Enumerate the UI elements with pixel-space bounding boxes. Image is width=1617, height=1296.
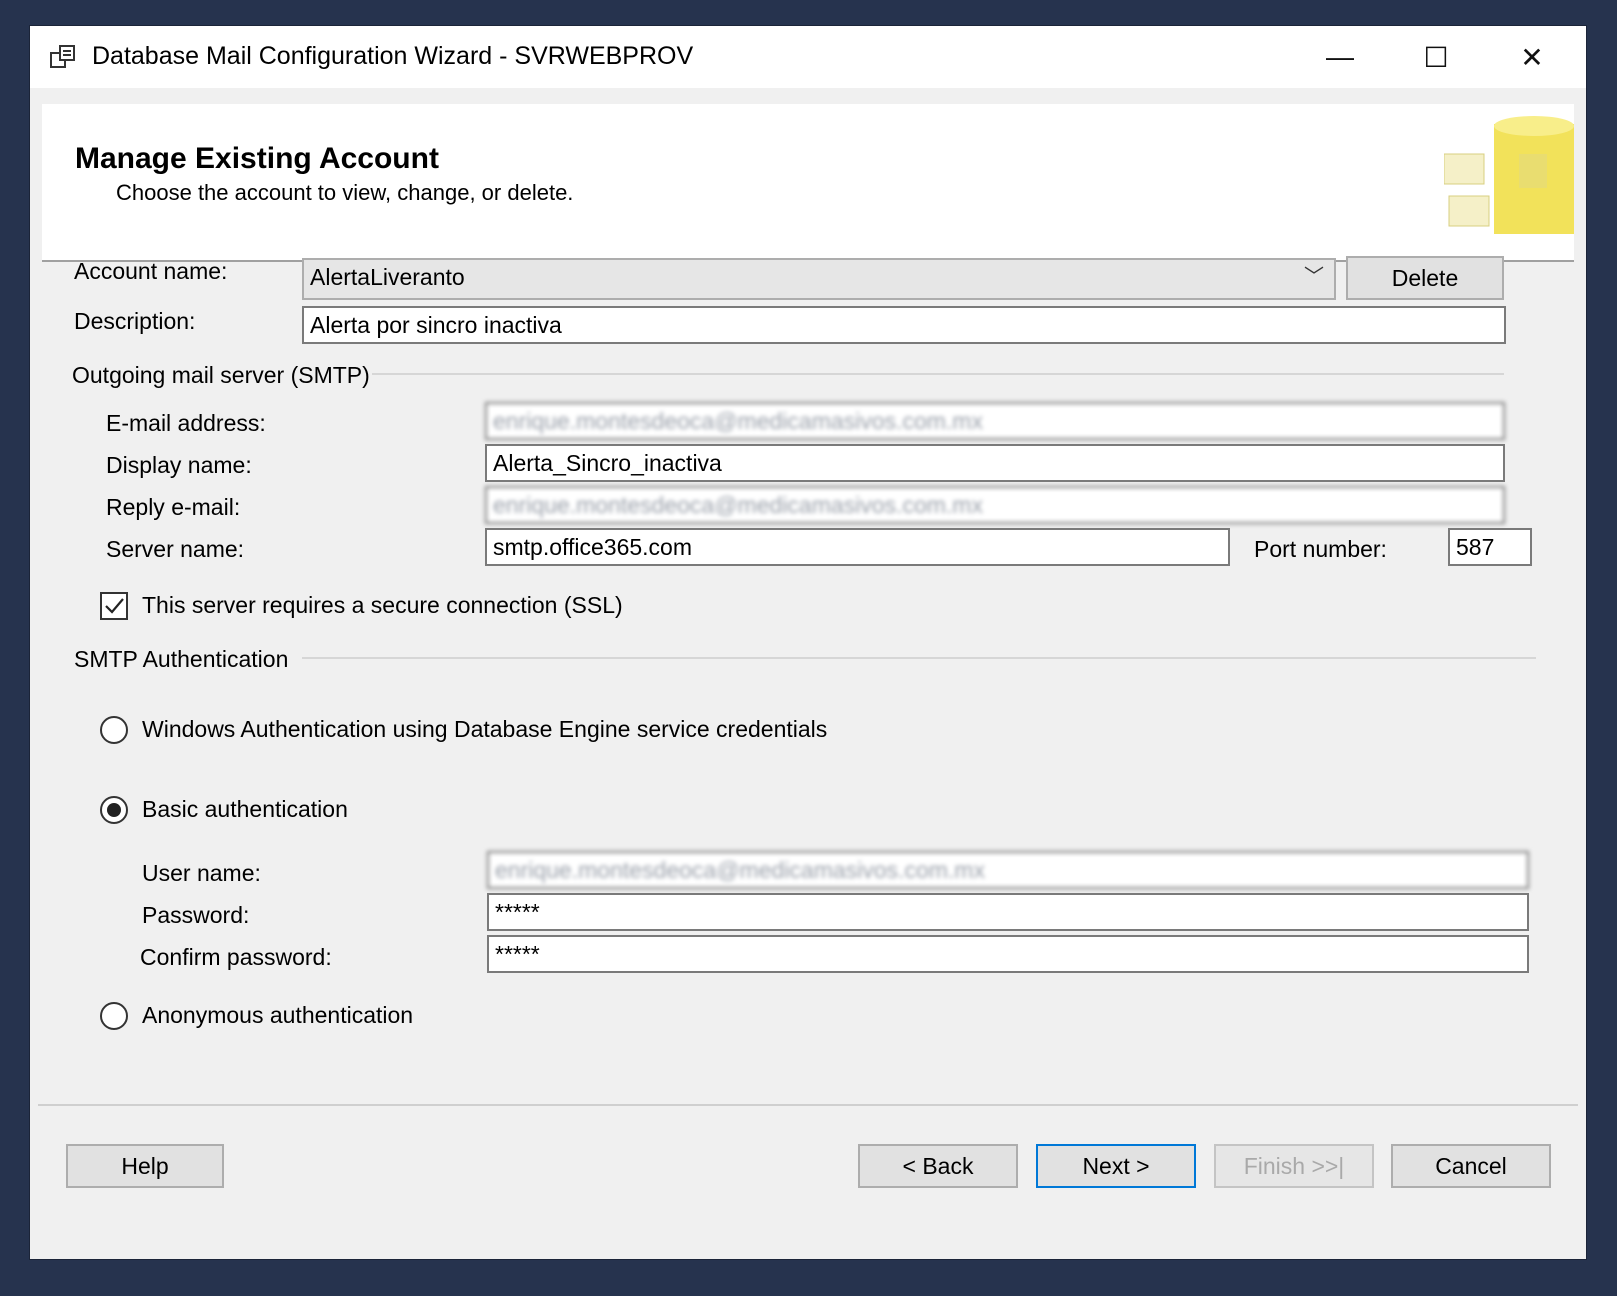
window-title: Database Mail Configuration Wizard - SVR… [92, 42, 694, 70]
email-address-label: E-mail address: [106, 410, 266, 436]
database-mail-icon [50, 45, 75, 68]
windows-auth-radio[interactable] [100, 716, 128, 744]
display-name-label: Display name: [106, 452, 252, 478]
smtp-auth-group-divider [302, 657, 1536, 659]
minimize-button[interactable]: — [1292, 26, 1388, 88]
checkmark-icon [105, 598, 124, 614]
smtp-auth-group-label: SMTP Authentication [74, 646, 289, 672]
smtp-group-label: Outgoing mail server (SMTP) [72, 362, 370, 388]
next-button[interactable]: Next > [1036, 1144, 1196, 1188]
maximize-button[interactable]: ☐ [1388, 26, 1484, 88]
reply-email-input[interactable]: enrique.montesdeoca@medicamasivos.com.mx [485, 486, 1505, 524]
anonymous-auth-radio[interactable] [100, 1002, 128, 1030]
cancel-button[interactable]: Cancel [1391, 1144, 1551, 1188]
wizard-window: Database Mail Configuration Wizard - SVR… [30, 26, 1586, 1259]
finish-button[interactable]: Finish >>| [1214, 1144, 1374, 1188]
account-name-value: AlertaLiveranto [310, 264, 465, 290]
port-number-label: Port number: [1254, 536, 1387, 562]
port-number-input[interactable]: 587 [1448, 528, 1532, 566]
database-mail-banner-icon [1444, 116, 1574, 234]
description-input[interactable]: Alerta por sincro inactiva [302, 306, 1506, 344]
server-name-input[interactable]: smtp.office365.com [485, 528, 1230, 566]
basic-auth-label[interactable]: Basic authentication [142, 796, 348, 823]
page-subtitle: Choose the account to view, change, or d… [116, 180, 574, 205]
server-name-label: Server name: [106, 536, 245, 562]
user-name-label: User name: [142, 860, 261, 886]
confirm-password-input[interactable]: ***** [487, 935, 1529, 973]
user-name-input[interactable]: enrique.montesdeoca@medicamasivos.com.mx [487, 851, 1529, 889]
back-button[interactable]: < Back [858, 1144, 1018, 1188]
delete-button[interactable]: Delete [1346, 256, 1504, 300]
display-name-input[interactable]: Alerta_Sincro_inactiva [485, 444, 1505, 482]
anonymous-auth-label[interactable]: Anonymous authentication [142, 1002, 413, 1029]
chevron-down-icon: ﹀ [1304, 266, 1324, 288]
windows-auth-label[interactable]: Windows Authentication using Database En… [142, 716, 827, 743]
account-name-dropdown[interactable]: AlertaLiveranto ﹀ [302, 258, 1336, 300]
page-title: Manage Existing Account [75, 142, 439, 175]
account-name-label: Account name: [74, 258, 228, 284]
footer-divider [38, 1104, 1578, 1106]
wizard-header: Manage Existing Account Choose the accou… [42, 104, 1574, 262]
password-input[interactable]: ***** [487, 893, 1529, 931]
ssl-label[interactable]: This server requires a secure connection… [142, 592, 623, 619]
close-button[interactable]: ✕ [1484, 26, 1580, 88]
reply-email-label: Reply e-mail: [106, 494, 241, 520]
help-button[interactable]: Help [66, 1144, 224, 1188]
smtp-group-divider [372, 373, 1504, 375]
title-bar: Database Mail Configuration Wizard - SVR… [30, 26, 1586, 88]
email-address-input[interactable]: enrique.montesdeoca@medicamasivos.com.mx [485, 402, 1505, 440]
password-label: Password: [142, 902, 250, 928]
ssl-checkbox[interactable] [100, 592, 128, 620]
confirm-password-label: Confirm password: [140, 944, 332, 970]
basic-auth-radio[interactable] [100, 796, 128, 824]
description-label: Description: [74, 308, 196, 334]
